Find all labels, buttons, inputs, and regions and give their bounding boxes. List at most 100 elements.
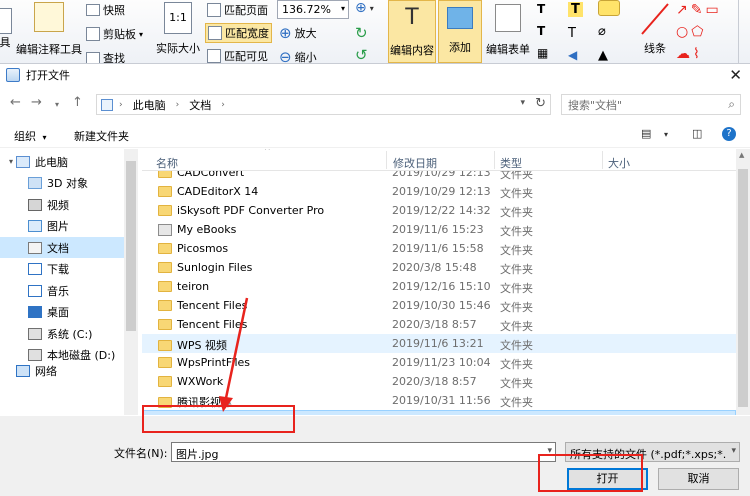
nav-item[interactable]: 视频 — [0, 194, 124, 215]
chevron-down-icon[interactable]: ▾ — [547, 446, 552, 456]
chevron-down-icon: ▾ — [340, 4, 345, 13]
help-icon[interactable]: ? — [722, 127, 736, 141]
breadcrumb-documents[interactable]: 文档 — [189, 97, 211, 113]
scroll-up-icon[interactable]: ▲ — [739, 151, 744, 159]
filename-input[interactable]: 图片.jpg ▾ — [171, 442, 556, 462]
file-row[interactable]: My eBooks 2019/11/6 15:23 文件夹 — [142, 220, 736, 239]
nav-item[interactable]: 下载 — [0, 259, 124, 280]
form-field-tool[interactable]: ▦ — [537, 46, 548, 60]
lines-tool-button[interactable]: 线条 — [640, 0, 670, 56]
file-row[interactable]: Picosmos 2019/11/6 15:58 文件夹 — [142, 239, 736, 258]
nav-item[interactable]: 系统 (C:) — [0, 323, 124, 344]
highlight-icon: T — [571, 2, 580, 17]
column-divider[interactable] — [386, 151, 387, 169]
address-dropdown-icon[interactable]: ▾ — [520, 98, 525, 108]
file-name: 图片.jpg — [178, 414, 221, 415]
actual-size-button[interactable]: 1:1 实际大小 — [156, 2, 200, 56]
fit-width-button[interactable]: 匹配宽度 — [205, 23, 272, 43]
nav-item[interactable]: 图片 — [0, 216, 124, 237]
highlight-text-tool[interactable]: T — [568, 2, 583, 17]
text-field-tool[interactable]: T — [537, 2, 545, 16]
note-tool[interactable] — [598, 0, 620, 16]
open-button[interactable]: 打开 — [567, 468, 648, 490]
nav-item[interactable]: 3D 对象 — [0, 173, 124, 194]
file-row[interactable]: WpsPrintFiles 2019/11/23 10:04 文件夹 — [142, 353, 736, 372]
edit-annotation-tool-button[interactable]: 编辑注释工具 — [16, 2, 82, 57]
file-row[interactable]: CADEditorX 14 2019/10/29 12:13 文件夹 — [142, 182, 736, 201]
column-header-type[interactable]: 类型 — [500, 155, 522, 171]
edit-content-button[interactable]: T 编辑内容 — [388, 0, 436, 63]
file-row[interactable]: Tencent Files 2020/3/18 8:57 文件夹 — [142, 315, 736, 334]
file-row[interactable]: WPS 视频 2019/11/6 13:21 文件夹 — [142, 334, 736, 353]
file-row[interactable]: Sunlogin Files 2020/3/8 15:48 文件夹 — [142, 258, 736, 277]
file-row[interactable]: CADConvert 2019/10/29 12:13 文件夹 — [142, 171, 736, 182]
typewriter-tool[interactable]: T — [568, 26, 576, 41]
line-icon — [641, 3, 669, 35]
file-list-scrollbar[interactable]: ▲ — [736, 149, 750, 415]
text-box-tool[interactable]: T — [537, 24, 545, 38]
clipboard-button[interactable]: 剪贴板 ▾ — [86, 26, 143, 42]
up-arrow-icon[interactable]: ↑ — [72, 95, 83, 110]
nav-item[interactable]: 桌面 — [0, 302, 124, 323]
zoom-out-button[interactable]: ⊖ 缩小 — [279, 48, 317, 63]
add-button[interactable]: 添加 — [438, 0, 482, 63]
file-name-cell: 腾讯影视库 — [158, 394, 232, 410]
ribbon-tool-partial[interactable]: 具 — [0, 8, 12, 50]
attach-tool[interactable]: ⌀ — [598, 24, 606, 39]
nav-scrollbar[interactable] — [124, 149, 138, 415]
file-type-filter[interactable]: 所有支持的文件 (*.pdf;*.xps;*. ▾ — [565, 442, 740, 462]
polyline-icon: ⌇ — [693, 46, 700, 62]
file-row[interactable]: Tencent Files 2019/10/30 15:46 文件夹 — [142, 296, 736, 315]
chevron-right-icon: › — [119, 99, 123, 110]
column-divider[interactable] — [602, 151, 603, 169]
nav-scrollbar-thumb[interactable] — [126, 161, 136, 331]
expand-chevron-icon[interactable]: ▾ — [6, 157, 16, 166]
close-icon[interactable]: ✕ — [729, 66, 742, 84]
forward-arrow-icon[interactable]: → — [31, 95, 42, 110]
edit-form-button[interactable]: 编辑表单 — [486, 0, 530, 57]
shape-tools-row3[interactable]: ☁ ⌇ — [676, 46, 700, 62]
snapshot-button[interactable]: 快照 — [86, 2, 125, 18]
nav-item[interactable]: 网络 — [0, 360, 124, 381]
refresh-icon[interactable]: ↻ — [535, 96, 546, 111]
address-bar[interactable]: › 此电脑 › 文档 › ▾ ↻ — [96, 94, 551, 115]
file-row[interactable]: teiron 2019/12/16 15:10 文件夹 — [142, 277, 736, 296]
back-arrow-icon[interactable]: ← — [10, 95, 21, 110]
zoom-combobox[interactable]: 136.72% ▾ — [277, 0, 349, 19]
file-row[interactable]: WXWork 2020/3/18 8:57 文件夹 — [142, 372, 736, 391]
column-header-date[interactable]: 修改日期 — [393, 155, 437, 171]
organize-button[interactable]: 组织 ▾ — [14, 128, 47, 144]
column-divider[interactable] — [494, 151, 495, 169]
recent-locations-chevron-icon[interactable]: ▾ — [55, 100, 59, 109]
view-options-icon[interactable]: ▤ — [641, 127, 651, 140]
cancel-button[interactable]: 取消 — [658, 468, 739, 490]
stamp-tool[interactable]: ▲ — [598, 48, 608, 63]
view-chevron-down-icon[interactable]: ▾ — [664, 130, 668, 139]
file-row[interactable]: iSkysoft PDF Converter Pro 2019/12/22 14:… — [142, 201, 736, 220]
file-type: JPG 图片文件 — [501, 414, 567, 415]
search-box[interactable]: 搜索"文档" ⌕ — [561, 94, 741, 115]
column-header-name[interactable]: 名称 — [156, 155, 178, 171]
column-header-size[interactable]: 大小 — [608, 155, 630, 171]
fit-page-button[interactable]: 匹配页面 — [207, 2, 268, 18]
preview-pane-icon[interactable]: ◫ — [692, 127, 702, 140]
rotate-button[interactable]: ↻ — [355, 24, 368, 42]
shape-tools-row1[interactable]: ↗ ✎ ▭ — [676, 2, 719, 18]
breadcrumb-this-pc[interactable]: 此电脑 — [133, 97, 166, 113]
fit-visible-button[interactable]: 匹配可见 — [207, 48, 268, 63]
zoom-glass-button[interactable]: ⊕ ▾ — [355, 0, 374, 16]
new-folder-button[interactable]: 新建文件夹 — [74, 128, 129, 144]
nav-item[interactable]: ▾ 此电脑 — [0, 151, 124, 172]
file-list-scrollbar-thumb[interactable] — [738, 169, 748, 407]
chevron-down-icon[interactable]: ▾ — [731, 446, 736, 456]
find-button[interactable]: 查找 — [86, 50, 125, 63]
file-row[interactable]: JPG图片.jpg 2020/3/17 14:24 JPG 图片文件 2 KB — [142, 410, 736, 415]
shape-tools-row2[interactable]: ○ ⬠ — [676, 24, 703, 40]
nav-item[interactable]: 文档 — [0, 237, 124, 258]
rotate-back-button[interactable]: ↺ — [355, 46, 368, 63]
fit-width-icon — [208, 26, 222, 40]
file-row[interactable]: 腾讯影视库 2019/10/31 11:56 文件夹 — [142, 391, 736, 410]
nav-item[interactable]: 音乐 — [0, 280, 124, 301]
sound-tool[interactable]: ◀ — [568, 48, 577, 62]
zoom-in-button[interactable]: ⊕ 放大 — [279, 24, 317, 42]
